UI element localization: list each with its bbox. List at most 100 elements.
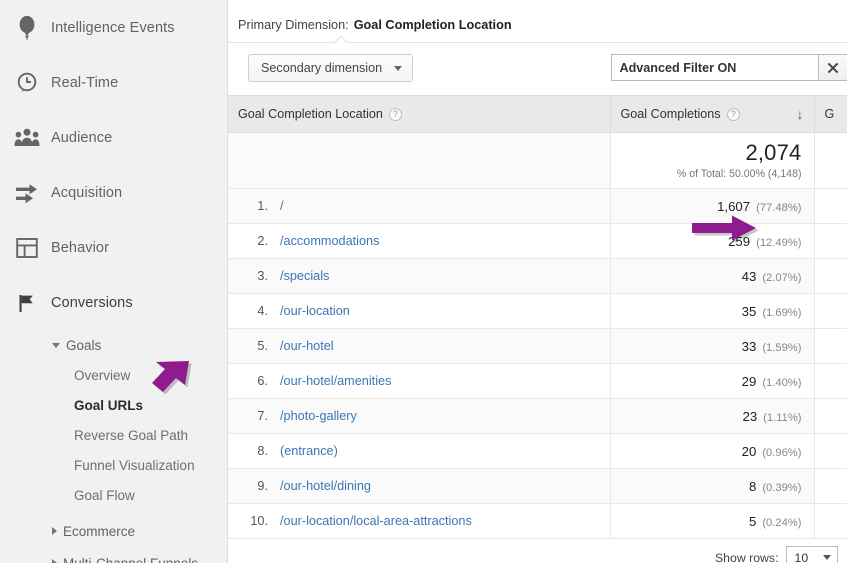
sidebar-item-intelligence-events[interactable]: Intelligence Events bbox=[0, 0, 227, 55]
row-dimension-link[interactable]: /photo-gallery bbox=[280, 409, 357, 423]
table-header-row: Goal Completion Location? Goal Completio… bbox=[228, 95, 847, 133]
show-rows-select[interactable]: 10 bbox=[785, 546, 838, 563]
primary-dimension-label: Primary Dimension: bbox=[238, 18, 349, 32]
row-percent: (1.11%) bbox=[763, 411, 802, 424]
table-row[interactable]: 10./our-location/local-area-attractions … bbox=[228, 503, 847, 539]
row-dimension-cell: 2. /accommodations bbox=[228, 223, 611, 259]
row-value-cell: 259 (12.49%) bbox=[610, 223, 815, 259]
chevron-right-icon bbox=[52, 527, 57, 535]
primary-dimension-value[interactable]: Goal Completion Location bbox=[354, 18, 512, 32]
row-dimension-link[interactable]: /our-hotel/amenities bbox=[280, 374, 391, 388]
row-extra-cell bbox=[814, 503, 847, 539]
row-index: 1. bbox=[257, 199, 268, 213]
row-percent: (2.07%) bbox=[762, 271, 802, 284]
table-row[interactable]: 3. /specials 43 (2.07%) bbox=[228, 258, 847, 294]
row-percent: (1.40%) bbox=[762, 376, 802, 389]
sidebar-item-reverse-goal-path[interactable]: Reverse Goal Path bbox=[0, 420, 227, 450]
subnav-group-ecommerce[interactable]: Ecommerce bbox=[0, 516, 227, 546]
table-row[interactable]: 4. /our-location 35 (1.69%) bbox=[228, 293, 847, 329]
column-header-truncated[interactable]: G bbox=[814, 95, 847, 133]
row-percent: (1.59%) bbox=[762, 341, 802, 354]
row-dimension-link[interactable]: / bbox=[280, 199, 284, 213]
row-index: 5. bbox=[257, 339, 268, 353]
row-index: 9. bbox=[257, 479, 268, 493]
row-extra-cell bbox=[814, 468, 847, 504]
row-index: 2. bbox=[257, 234, 268, 248]
total-percent-of-total: % of Total: 50.00% (4,148) bbox=[676, 167, 802, 180]
row-percent: (1.69%) bbox=[762, 306, 802, 319]
row-value-cell: 29 (1.40%) bbox=[610, 363, 815, 399]
sort-descending-icon[interactable]: ↓ bbox=[797, 107, 804, 121]
row-index: 3. bbox=[257, 269, 268, 283]
column-header-label: G bbox=[824, 107, 835, 121]
table-row[interactable]: 9. /our-hotel/dining 8 (0.39%) bbox=[228, 468, 847, 504]
chevron-right-icon bbox=[52, 559, 57, 563]
row-index: 4. bbox=[257, 304, 268, 318]
row-value: 259 bbox=[728, 233, 751, 249]
advanced-filter-input[interactable]: Advanced Filter ON bbox=[610, 54, 818, 81]
goal-completion-table: Goal Completion Location? Goal Completio… bbox=[228, 95, 847, 539]
show-rows-label: Show rows: bbox=[714, 550, 779, 563]
sidebar-subitem-label: Funnel Visualization bbox=[74, 457, 195, 473]
row-value-cell: 5 (0.24%) bbox=[610, 503, 815, 539]
sidebar-item-conversions[interactable]: Conversions bbox=[0, 275, 227, 330]
table-row[interactable]: 5. /our-hotel 33 (1.59%) bbox=[228, 328, 847, 364]
row-value-cell: 43 (2.07%) bbox=[610, 258, 815, 294]
column-header-label: Goal Completion Location bbox=[238, 106, 383, 121]
goals-subnav-group: Goals Overview Goal URLs Reverse Goal Pa… bbox=[0, 330, 227, 563]
sidebar-item-label: Audience bbox=[51, 129, 113, 146]
row-dimension-link[interactable]: /our-hotel/dining bbox=[280, 479, 371, 493]
sidebar-item-goal-urls[interactable]: Goal URLs bbox=[0, 390, 227, 420]
row-value: 23 bbox=[742, 408, 758, 424]
subnav-group-goals[interactable]: Goals bbox=[0, 330, 227, 360]
row-percent: (12.49%) bbox=[756, 236, 802, 249]
sidebar-item-goal-flow[interactable]: Goal Flow bbox=[0, 480, 227, 510]
row-dimension-link[interactable]: /accommodations bbox=[280, 234, 379, 248]
table-footer: Show rows: 10 bbox=[228, 539, 847, 563]
clear-filter-button[interactable] bbox=[817, 54, 847, 81]
table-row[interactable]: 2. /accommodations 259 (12.49%) bbox=[228, 223, 847, 259]
column-header-goal-completions[interactable]: Goal Completions? ↓ bbox=[610, 95, 815, 133]
sidebar-item-real-time[interactable]: Real-Time bbox=[0, 55, 227, 110]
column-header-label: Goal Completions bbox=[620, 106, 721, 121]
table-row[interactable]: 1. / 1,607 (77.48%) bbox=[228, 188, 847, 224]
flag-icon bbox=[10, 286, 44, 320]
table-total-row: 2,074 % of Total: 50.00% (4,148) bbox=[228, 132, 847, 189]
table-row[interactable]: 8. (entrance) 20 (0.96%) bbox=[228, 433, 847, 469]
total-row-blank-cell bbox=[228, 132, 611, 189]
row-dimension-link[interactable]: /specials bbox=[280, 269, 329, 283]
sidebar-item-acquisition[interactable]: Acquisition bbox=[0, 165, 227, 220]
show-rows-value: 10 bbox=[794, 550, 809, 563]
sidebar-item-behavior[interactable]: Behavior bbox=[0, 220, 227, 275]
column-header-goal-completion-location[interactable]: Goal Completion Location? bbox=[228, 95, 611, 133]
subnav-group-multi-channel-funnels[interactable]: Multi-Channel Funnels bbox=[0, 548, 227, 563]
row-dimension-link[interactable]: /our-hotel bbox=[280, 339, 334, 353]
sidebar-item-overview[interactable]: Overview bbox=[0, 360, 227, 390]
row-value: 35 bbox=[741, 303, 757, 319]
subnav-group-label: Multi-Channel Funnels bbox=[63, 555, 199, 563]
secondary-dimension-button[interactable]: Secondary dimension bbox=[248, 54, 414, 82]
help-icon[interactable]: ? bbox=[388, 108, 402, 122]
row-value-cell: 8 (0.39%) bbox=[610, 468, 815, 504]
row-dimension-link[interactable]: /our-location/local-area-attractions bbox=[280, 514, 472, 528]
close-icon bbox=[827, 62, 838, 73]
row-dimension-cell: 5. /our-hotel bbox=[228, 328, 611, 364]
table-row[interactable]: 7. /photo-gallery 23 (1.11%) bbox=[228, 398, 847, 434]
primary-dimension-bar: Primary Dimension: Goal Completion Locati… bbox=[228, 0, 847, 42]
row-dimension-link[interactable]: (entrance) bbox=[280, 444, 338, 458]
sidebar-item-funnel-visualization[interactable]: Funnel Visualization bbox=[0, 450, 227, 480]
chevron-down-icon bbox=[822, 555, 831, 560]
row-value-cell: 20 (0.96%) bbox=[610, 433, 815, 469]
arrows-icon bbox=[10, 176, 44, 210]
row-extra-cell bbox=[814, 433, 847, 469]
sidebar-item-label: Behavior bbox=[51, 239, 110, 256]
row-index: 8. bbox=[257, 444, 268, 458]
row-dimension-link[interactable]: /our-location bbox=[280, 304, 350, 318]
table-row[interactable]: 6. /our-hotel/amenities 29 (1.40%) bbox=[228, 363, 847, 399]
advanced-filter-group: Advanced Filter ON bbox=[610, 54, 847, 81]
row-extra-cell bbox=[814, 328, 847, 364]
sidebar-item-audience[interactable]: Audience bbox=[0, 110, 227, 165]
row-dimension-cell: 10. /our-location/local-area-attractions bbox=[228, 503, 611, 539]
sidebar-item-label: Conversions bbox=[51, 294, 133, 311]
help-icon[interactable]: ? bbox=[726, 108, 740, 122]
